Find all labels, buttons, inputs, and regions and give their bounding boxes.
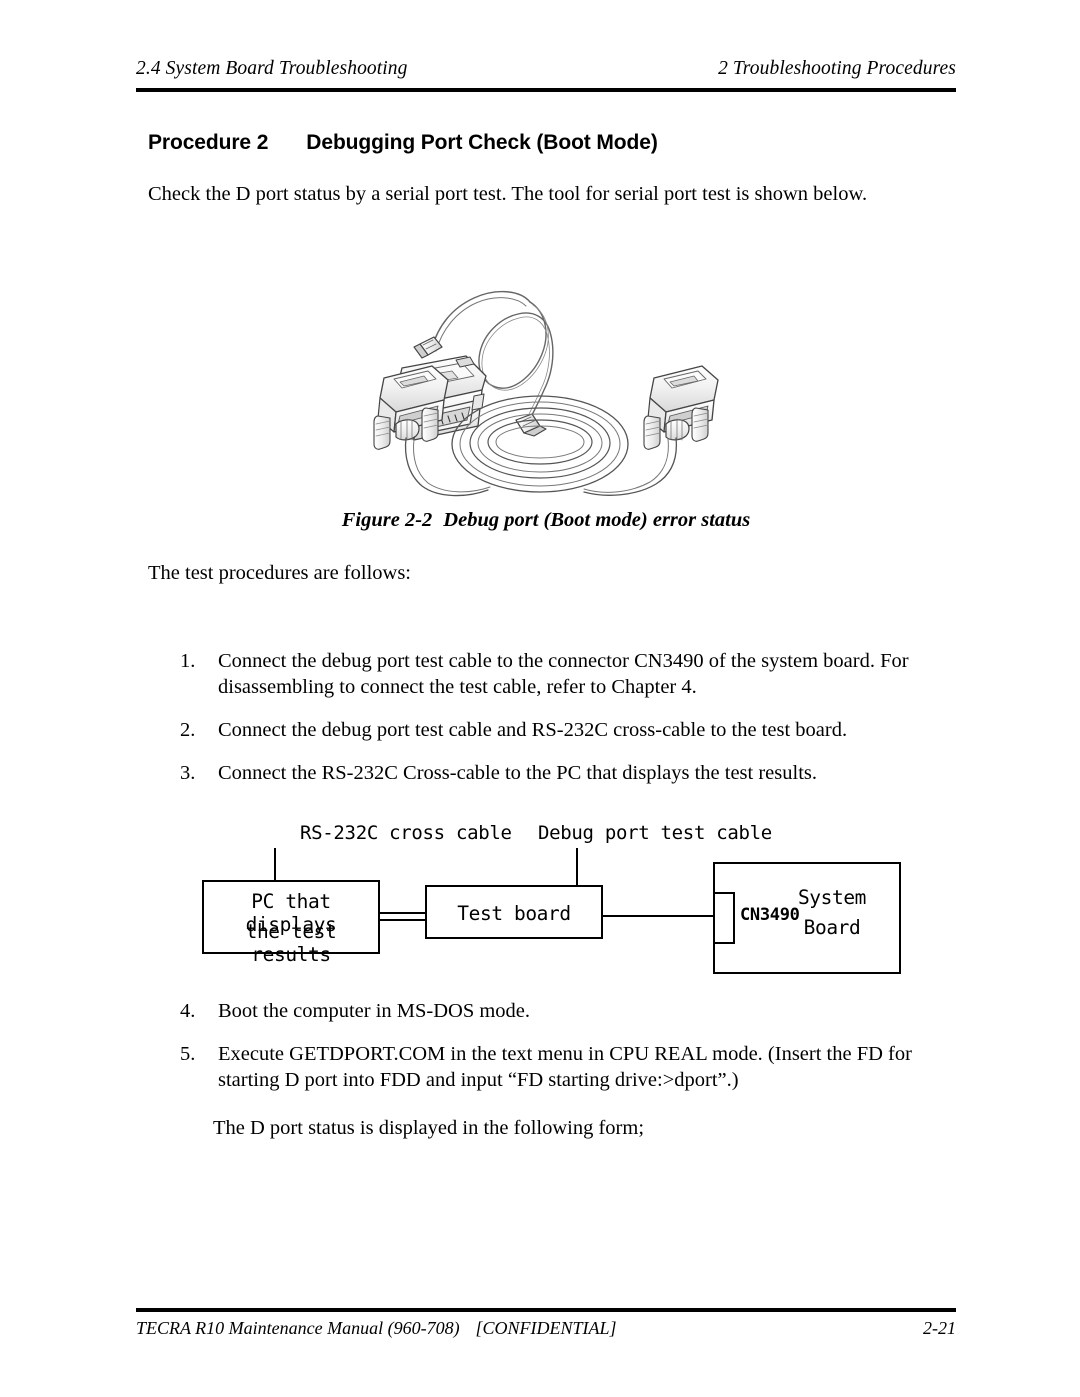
list-item-text: Execute GETDPORT.COM in the text menu in…: [218, 1043, 912, 1091]
procedure-steps-first-group: 1. Connect the debug port test cable to …: [180, 648, 950, 803]
diagram-connector-cn3490-label: CN3490: [740, 905, 800, 925]
list-item: 5. Execute GETDPORT.COM in the text menu…: [180, 1041, 950, 1093]
diagram-label-debug-port-test-cable: Debug port test cable: [538, 822, 772, 844]
figure-number: Figure 2-2: [341, 509, 433, 531]
diagram-box-pc-line2: the test results: [245, 920, 337, 966]
list-item: 4. Boot the computer in MS-DOS mode.: [180, 998, 950, 1024]
footer-page-number: 2-21: [923, 1318, 956, 1338]
figure-debug-port-cables: [370, 248, 730, 498]
cable-line-cross-bottom: [380, 919, 425, 921]
diagram-label-rs232c-cross-cable: RS-232C cross cable: [300, 822, 512, 844]
list-item-text: Connect the debug port test cable and RS…: [218, 719, 848, 741]
list-item-number: 4.: [180, 1000, 196, 1022]
list-item: 2. Connect the debug port test cable and…: [180, 717, 950, 743]
ribbon-connector-bottom: [515, 413, 547, 437]
procedure-title: Debugging Port Check (Boot Mode): [306, 131, 658, 154]
list-item-text: Connect the RS-232C Cross-cable to the P…: [218, 762, 817, 784]
dport-status-note: The D port status is displayed in the fo…: [213, 1117, 645, 1139]
header-chapter-title: 2 Troubleshooting Procedures: [718, 58, 956, 79]
cable-line-cross-top: [380, 912, 425, 914]
figure-caption: Figure 2-2 Debug port (Boot mode) error s…: [136, 509, 956, 532]
running-header: 2.4 System Board Troubleshooting 2 Troub…: [136, 58, 956, 80]
list-item-number: 2.: [180, 719, 196, 741]
header-section-title: 2.4 System Board Troubleshooting: [136, 58, 408, 79]
running-footer: TECRA R10 Maintenance Manual (960-708) […: [136, 1318, 956, 1339]
footer-divider-rule: [136, 1308, 956, 1312]
procedures-lead-in: The test procedures are follows:: [148, 562, 411, 584]
footer-manual-title: TECRA R10 Maintenance Manual (960-708): [136, 1318, 460, 1338]
procedure-label: Procedure 2: [148, 131, 269, 154]
diagram-box-test-board: Test board: [425, 885, 603, 939]
list-item-number: 3.: [180, 762, 196, 784]
list-item-number: 1.: [180, 650, 196, 672]
cable-line-debug: [603, 915, 713, 917]
intro-paragraph: Check the D port status by a serial port…: [148, 183, 868, 205]
page-title: Procedure 2 Debugging Port Check (Boot Mo…: [148, 131, 658, 155]
list-item: 1. Connect the debug port test cable to …: [180, 648, 950, 700]
cable-illustration-svg: [373, 291, 719, 497]
list-item-text: Boot the computer in MS-DOS mode.: [218, 1000, 531, 1022]
diagram-connector-cn3490: [713, 892, 735, 944]
document-page: 2.4 System Board Troubleshooting 2 Troub…: [0, 0, 1080, 1397]
db9-connector-left: [373, 365, 449, 450]
figure-caption-text: Debug port (Boot mode) error status: [443, 509, 751, 531]
list-item-number: 5.: [180, 1043, 196, 1065]
header-divider-rule: [136, 88, 956, 92]
diagram-box-pc: PC that displays the test results: [202, 880, 380, 966]
ribbon-connector-top: [413, 336, 443, 359]
connection-block-diagram: RS-232C cross cable Debug port test cabl…: [190, 820, 910, 1000]
diagram-box-test-board-label: Test board: [457, 902, 571, 925]
procedure-steps-second-group: 4. Boot the computer in MS-DOS mode. 5. …: [180, 998, 950, 1110]
list-item-text: Connect the debug port test cable to the…: [218, 650, 909, 698]
list-item: 3. Connect the RS-232C Cross-cable to th…: [180, 760, 950, 786]
db9-connector-right: [643, 365, 719, 450]
